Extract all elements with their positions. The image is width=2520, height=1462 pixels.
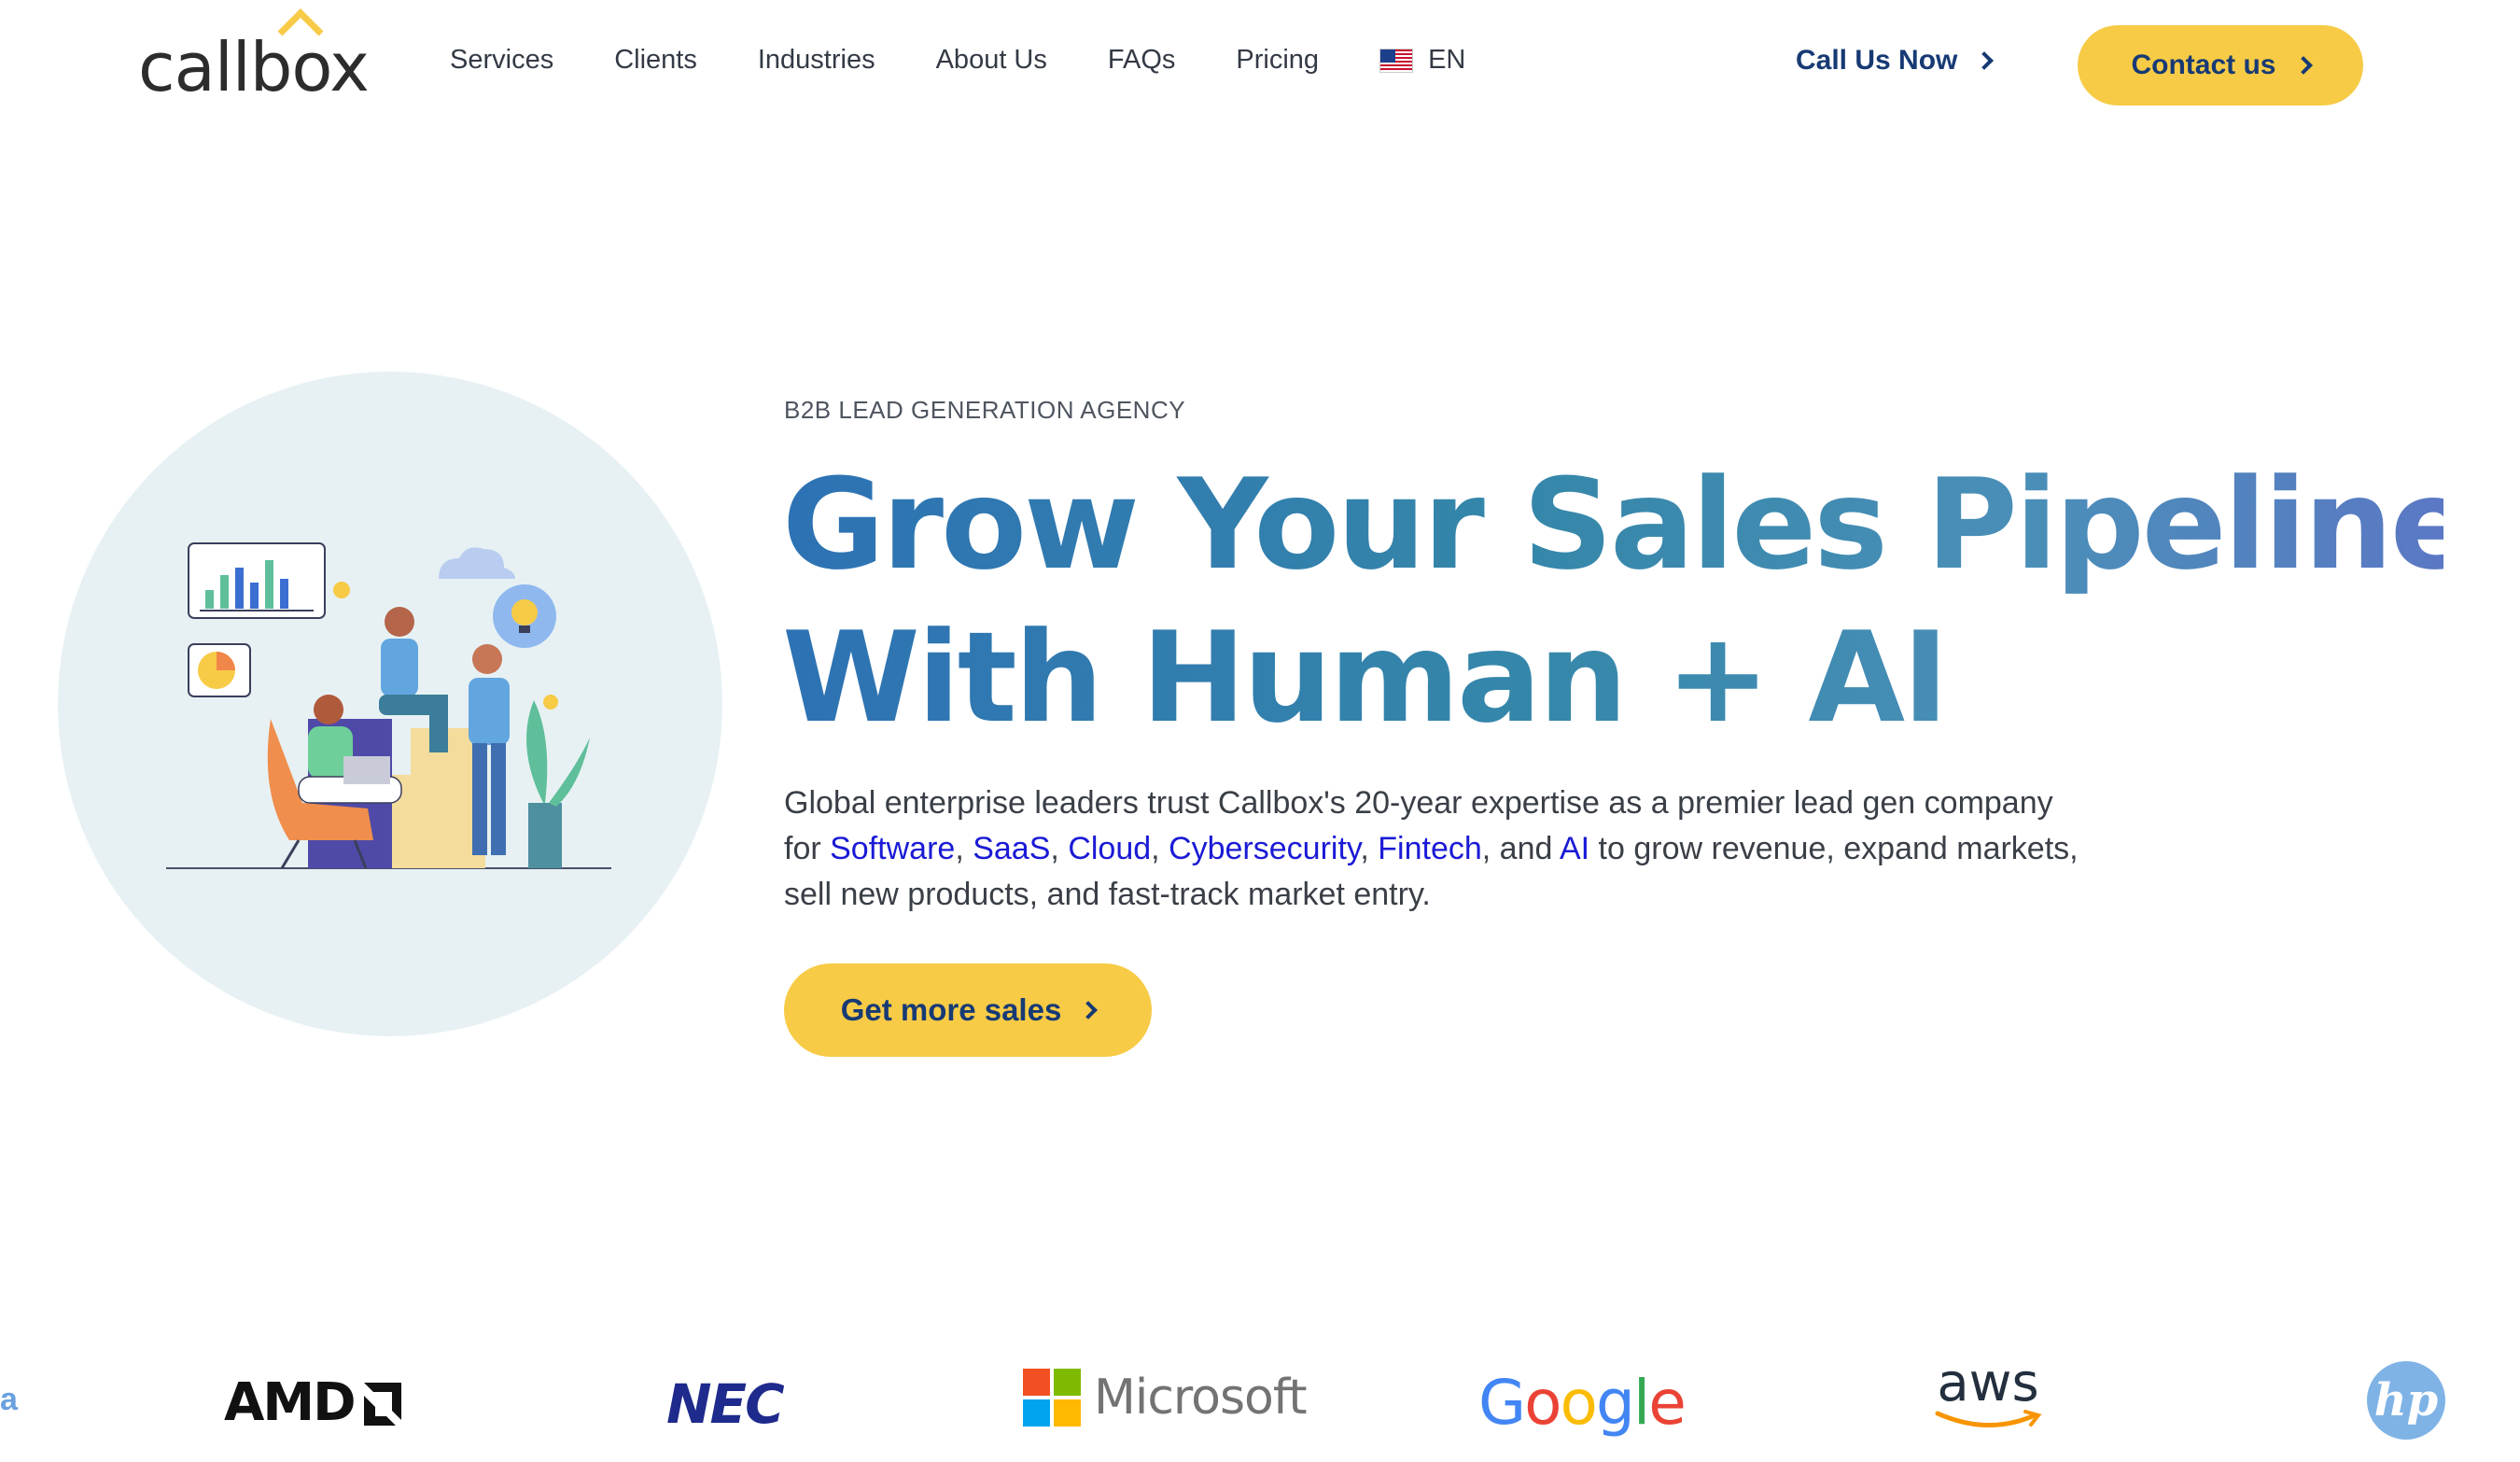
lead-separator: , <box>1360 831 1379 866</box>
us-flag-icon <box>1379 48 1414 73</box>
link-software[interactable]: Software <box>830 831 955 866</box>
nav-item-industries[interactable]: Industries <box>758 45 875 76</box>
nav-item-about-us[interactable]: About Us <box>936 45 1047 76</box>
team-analytics-illustration <box>166 542 611 869</box>
chevron-right-icon <box>1079 1001 1099 1019</box>
chevron-right-icon <box>2293 56 2313 75</box>
link-ai[interactable]: AI <box>1560 831 1589 866</box>
main-nav: Services Clients Industries About Us FAQ… <box>450 45 1465 76</box>
callbox-logo[interactable]: callbox <box>138 7 370 101</box>
hero-eyebrow: B2B LEAD GENERATION AGENCY <box>784 396 1186 424</box>
call-us-now-label: Call Us Now <box>1796 45 1958 76</box>
link-cloud[interactable]: Cloud <box>1068 831 1151 866</box>
hero-lead-paragraph: Global enterprise leaders trust Callbox'… <box>784 780 2091 918</box>
aws-smile-icon <box>1935 1410 2042 1427</box>
language-label: EN <box>1428 45 1466 75</box>
language-selector[interactable]: EN <box>1379 45 1465 76</box>
get-more-sales-button[interactable]: Get more sales <box>784 963 1152 1057</box>
site-header: callbox Services Clients Industries Abou… <box>0 0 2520 131</box>
aws-logo: aws <box>1932 1357 2044 1430</box>
chevron-right-icon <box>1975 51 1995 70</box>
logo-wordmark: callbox <box>138 28 370 106</box>
lead-separator: , <box>955 831 973 866</box>
link-saas[interactable]: SaaS <box>973 831 1050 866</box>
amd-logo: AMD <box>224 1372 403 1433</box>
link-cybersecurity[interactable]: Cybersecurity <box>1169 831 1360 866</box>
nav-item-pricing[interactable]: Pricing <box>1236 45 1319 76</box>
google-logo: Google <box>1478 1367 1687 1439</box>
lead-separator: , <box>1151 831 1169 866</box>
microsoft-logo: Microsoft <box>1023 1369 1308 1427</box>
hero-headline-line-1: Grow Your Sales Pipeline <box>782 452 2472 597</box>
lead-separator: , <box>1050 831 1069 866</box>
page: callbox Services Clients Industries Abou… <box>0 0 2520 1462</box>
nav-item-faqs[interactable]: FAQs <box>1108 45 1176 76</box>
link-fintech[interactable]: Fintech <box>1378 831 1482 866</box>
hero-headline-line-2: With Human + AI <box>782 605 1946 751</box>
partial-client-logo: a <box>0 1382 18 1417</box>
contact-us-button[interactable]: Contact us <box>2078 25 2363 105</box>
amd-arrow-icon <box>363 1382 401 1426</box>
call-us-now-link[interactable]: Call Us Now <box>1796 45 1995 77</box>
hero-headline: Grow Your Sales Pipeline With Human + AI <box>782 448 2443 754</box>
nav-item-services[interactable]: Services <box>450 45 553 76</box>
contact-us-label: Contact us <box>2131 49 2276 80</box>
nec-logo: NEC <box>666 1372 785 1436</box>
nav-item-clients[interactable]: Clients <box>614 45 697 76</box>
client-logo-carousel: a AMD NEC Microsoft Google aws hp <box>0 1344 2520 1456</box>
microsoft-squares-icon <box>1023 1369 1081 1427</box>
lead-separator: , and <box>1481 831 1560 866</box>
get-more-sales-label: Get more sales <box>840 992 1062 1027</box>
hp-logo: hp <box>2367 1361 2445 1440</box>
